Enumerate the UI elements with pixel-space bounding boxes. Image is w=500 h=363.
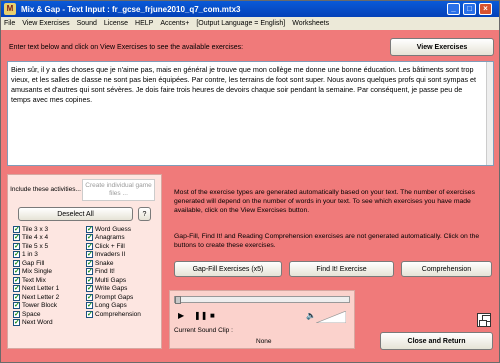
text-input-area[interactable]: Bien sûr, il y a des choses que je n'aim…: [7, 61, 494, 166]
menu-worksheets[interactable]: Worksheets: [292, 20, 329, 27]
activity-tabs: Include these activities... Create indiv…: [9, 179, 155, 201]
input-text: Bien sûr, il y a des choses que je n'aim…: [11, 65, 477, 104]
menu-bar: File View Exercises Sound License HELP A…: [1, 17, 499, 30]
window-title: Mix & Gap - Text Input : fr_gcse_frjune2…: [21, 4, 241, 14]
menu-file[interactable]: File: [4, 20, 15, 27]
checkbox-icon[interactable]: ✓: [13, 319, 20, 327]
checkbox-icon[interactable]: ✓: [13, 242, 20, 250]
minimize-icon[interactable]: _: [447, 3, 460, 15]
activity-comprehension[interactable]: ✓ Comprehension: [86, 310, 159, 319]
activity-checklist: ✓ Tile 3 x 3 ✓ Word Guess ✓ Tile 4 x 4 ✓ Ana…: [13, 225, 159, 327]
activity-invaders-ii[interactable]: ✓ Invaders II: [86, 251, 159, 260]
help-button[interactable]: ?: [138, 207, 151, 221]
activity-next-word[interactable]: ✓ Next Word: [13, 319, 86, 328]
info-manual-exercises: Gap-Fill, Find It! and Reading Comprehen…: [174, 233, 480, 249]
find-it-exercise-button[interactable]: Find It! Exercise: [289, 261, 394, 277]
app-window: M Mix & Gap - Text Input : fr_gcse_frjun…: [0, 0, 500, 363]
instruction-text: Enter text below and click on View Exerc…: [9, 44, 244, 51]
checkbox-icon[interactable]: ✓: [86, 293, 93, 301]
activity-tile-4x4[interactable]: ✓ Tile 4 x 4: [13, 234, 86, 243]
activity-multi-gaps[interactable]: ✓ Multi Gaps: [86, 276, 159, 285]
menu-sound[interactable]: Sound: [77, 20, 97, 27]
volume-slider[interactable]: [316, 311, 346, 323]
activity-snake[interactable]: ✓ Snake: [86, 259, 159, 268]
checkbox-icon[interactable]: ✓: [13, 259, 20, 267]
menu-output-language[interactable]: [Output Language = English]: [196, 20, 285, 27]
activity-write-gaps[interactable]: ✓ Write Gaps: [86, 285, 159, 294]
activity-1-in-3[interactable]: ✓ 1 in 3: [13, 251, 86, 260]
checkbox-icon[interactable]: ✓: [86, 276, 93, 284]
text-scrollbar[interactable]: [486, 62, 493, 165]
activity-click-fill[interactable]: ✓ Click + Fill: [86, 242, 159, 251]
checkbox-icon[interactable]: ✓: [86, 225, 93, 233]
checkbox-icon[interactable]: ✓: [13, 276, 20, 284]
comprehension-button[interactable]: Comprehension: [401, 261, 492, 277]
tab-include-activities[interactable]: Include these activities...: [9, 179, 82, 201]
checkbox-icon[interactable]: ✓: [13, 234, 20, 242]
activity-prompt-gaps[interactable]: ✓ Prompt Gaps: [86, 293, 159, 302]
checkbox-icon[interactable]: ✓: [86, 285, 93, 293]
info-auto-generated: Most of the exercise types are generated…: [174, 189, 475, 214]
seek-bar[interactable]: [174, 296, 350, 304]
pause-icon[interactable]: ❚❚: [194, 311, 207, 320]
close-icon[interactable]: ×: [479, 3, 492, 15]
checkbox-icon[interactable]: ✓: [13, 251, 20, 259]
activity-text-mix[interactable]: ✓ Text Mix: [13, 276, 86, 285]
app-icon: M: [4, 3, 16, 15]
menu-help[interactable]: HELP: [135, 20, 153, 27]
play-icon[interactable]: ▶: [178, 311, 184, 320]
deselect-all-button[interactable]: Deselect All: [18, 207, 133, 221]
window-mode-icon[interactable]: [477, 313, 491, 327]
activity-tile-3x3[interactable]: ✓ Tile 3 x 3: [13, 225, 86, 234]
tab-create-game-files[interactable]: Create individual game files ...: [82, 179, 155, 201]
maximize-icon[interactable]: □: [463, 3, 476, 15]
activity-anagrams[interactable]: ✓ Anagrams: [86, 234, 159, 243]
activity-next-letter-1[interactable]: ✓ Next Letter 1: [13, 285, 86, 294]
checkbox-icon[interactable]: ✓: [13, 225, 20, 233]
checkbox-icon[interactable]: ✓: [86, 302, 93, 310]
checkbox-icon[interactable]: ✓: [13, 293, 20, 301]
activity-find-it[interactable]: ✓ Find It!: [86, 268, 159, 277]
activity-tile-5x5[interactable]: ✓ Tile 5 x 5: [13, 242, 86, 251]
current-sound-clip-value: None: [256, 338, 272, 345]
checkbox-icon[interactable]: ✓: [13, 285, 20, 293]
activity-word-guess[interactable]: ✓ Word Guess: [86, 225, 159, 234]
checkbox-icon[interactable]: ✓: [13, 310, 20, 318]
checkbox-icon[interactable]: ✓: [86, 268, 93, 276]
checkbox-icon[interactable]: ✓: [86, 310, 93, 318]
close-and-return-button[interactable]: Close and Return: [380, 332, 493, 350]
activity-space[interactable]: ✓ Space: [13, 310, 86, 319]
menu-license[interactable]: License: [104, 20, 128, 27]
checkbox-icon[interactable]: ✓: [13, 268, 20, 276]
activity-mix-single[interactable]: ✓ Mix Single: [13, 268, 86, 277]
volume-icon[interactable]: 🔈: [306, 311, 316, 320]
checkbox-icon[interactable]: ✓: [86, 234, 93, 242]
stop-icon[interactable]: ■: [210, 311, 215, 320]
menu-view-exercises[interactable]: View Exercises: [22, 20, 69, 27]
checkbox-icon[interactable]: ✓: [13, 302, 20, 310]
checkbox-icon[interactable]: ✓: [86, 251, 93, 259]
menu-accents[interactable]: Accents+: [160, 20, 189, 27]
current-sound-clip-label: Current Sound Clip :: [174, 327, 233, 334]
activity-next-letter-2[interactable]: ✓ Next Letter 2: [13, 293, 86, 302]
seek-thumb[interactable]: [175, 296, 181, 304]
activity-gap-fill[interactable]: ✓ Gap Fill: [13, 259, 86, 268]
checkbox-icon[interactable]: ✓: [86, 242, 93, 250]
activity-long-gaps[interactable]: ✓ Long Gaps: [86, 302, 159, 311]
checkbox-icon[interactable]: ✓: [86, 259, 93, 267]
view-exercises-button[interactable]: View Exercises: [390, 38, 494, 56]
activity-tower-block[interactable]: ✓ Tower Block: [13, 302, 86, 311]
title-bar: M Mix & Gap - Text Input : fr_gcse_frjun…: [1, 1, 499, 17]
sound-player: ▶ ❚❚ ■ 🔈 Current Sound Clip : None: [169, 290, 355, 349]
gap-fill-exercises-button[interactable]: Gap-Fill Exercises (x5): [174, 261, 282, 277]
